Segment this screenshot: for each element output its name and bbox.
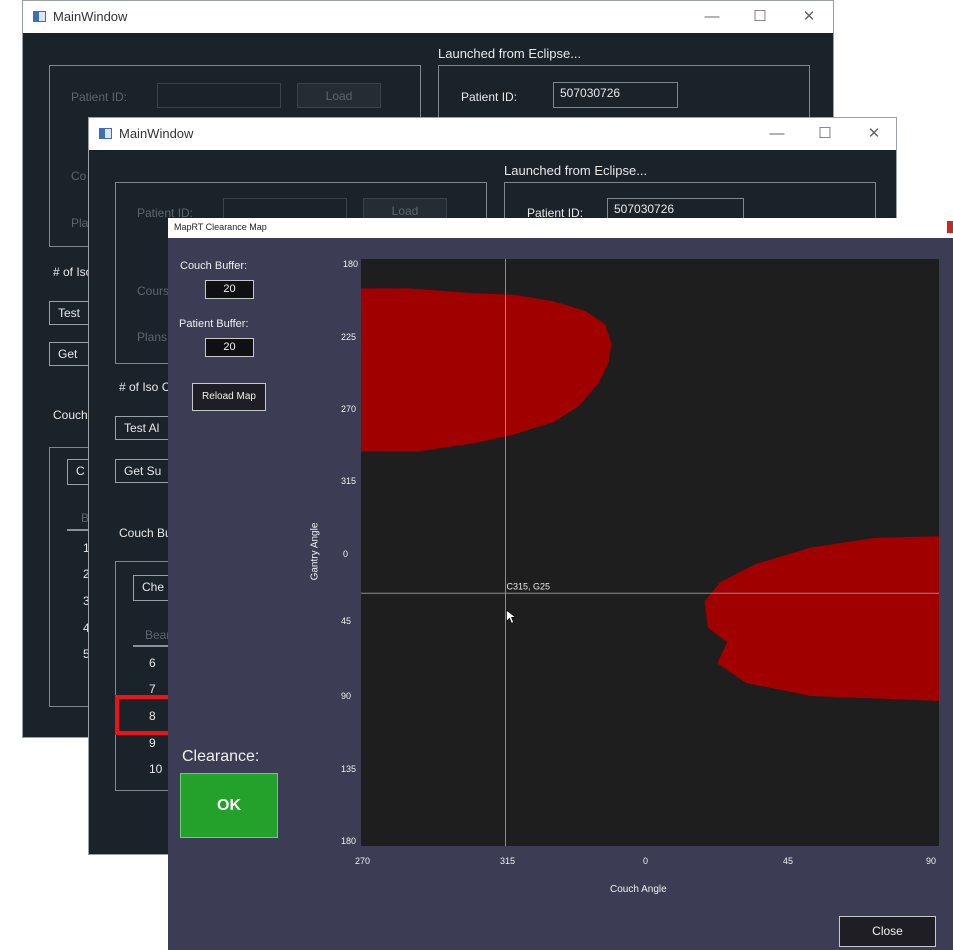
y-tick-label: 135: [341, 764, 357, 774]
y-tick-label: 90: [341, 691, 352, 701]
reload-map-button[interactable]: Reload Map: [192, 383, 266, 411]
couch-buffer-input[interactable]: 20: [205, 280, 254, 299]
plans-label: Plans:: [137, 330, 171, 344]
y-tick-label: 0: [343, 549, 349, 559]
clearance-map-svg[interactable]: C315, G25: [361, 259, 939, 846]
iso-count-label: # of Iso C: [119, 380, 171, 394]
beam-row[interactable]: 6: [149, 656, 156, 670]
y-tick-label: 180: [341, 836, 357, 846]
dialog-title: MapRT Clearance Map: [174, 222, 267, 232]
y-tick-label: 225: [341, 332, 357, 342]
x-axis-label: Couch Angle: [610, 884, 667, 895]
plans-label: Pla: [71, 216, 89, 230]
test-all-button[interactable]: Test Al: [115, 416, 175, 440]
maximize-icon[interactable]: ☐: [810, 124, 840, 144]
launched-header: Launched from Eclipse...: [504, 163, 648, 178]
get-surface-button[interactable]: Get Su: [115, 459, 175, 483]
x-tick-label: 315: [500, 856, 516, 866]
load-button[interactable]: Load: [297, 83, 381, 108]
beam-row[interactable]: 9: [149, 736, 156, 750]
y-tick-label: 180: [343, 259, 359, 269]
title-bar: MainWindow — ☐ ✕: [89, 118, 896, 150]
window-title: MainWindow: [119, 126, 194, 141]
iso-count-label: # of Iso: [53, 265, 93, 279]
window-title: MainWindow: [53, 9, 128, 24]
patient-buffer-input[interactable]: 20: [205, 338, 254, 357]
dialog-title-bar: MapRT Clearance Map: [168, 218, 953, 238]
beam-row[interactable]: 7: [149, 682, 156, 696]
minimize-icon[interactable]: —: [697, 7, 727, 27]
launched-header: Launched from Eclipse...: [438, 46, 582, 61]
beam-header: Bear: [145, 628, 171, 642]
courses-label: Cours: [137, 284, 170, 298]
cursor-readout: C315, G25: [507, 581, 551, 591]
clearance-status-ok: OK: [180, 773, 278, 838]
patient-id-input-dim[interactable]: [157, 83, 281, 108]
close-icon[interactable]: [947, 221, 953, 233]
clearance-map-dialog: MapRT Clearance Map Couch Buffer: 20 Pat…: [168, 218, 953, 950]
clearance-label: Clearance:: [182, 748, 260, 765]
couch-buffer-label: Couch Buffer:: [180, 260, 248, 272]
x-tick-label: 90: [926, 856, 937, 866]
y-axis-label: Gantry Angle: [309, 522, 321, 581]
patient-id-value[interactable]: 507030726: [553, 82, 678, 108]
couch-buffer-label: Couch Bu: [119, 526, 172, 540]
y-tick-label: 315: [341, 476, 357, 486]
window-app-icon: [99, 128, 112, 139]
course-label: Co: [71, 169, 87, 183]
x-tick-label: 270: [355, 856, 371, 866]
close-icon[interactable]: ✕: [794, 7, 824, 27]
close-icon[interactable]: ✕: [859, 124, 889, 144]
title-bar: MainWindow — ☐ ✕: [23, 1, 833, 33]
patient-id-label: Patient ID:: [461, 90, 518, 104]
minimize-icon[interactable]: —: [762, 124, 792, 144]
y-tick-label: 270: [341, 404, 357, 414]
x-tick-label: 0: [643, 856, 649, 866]
window-app-icon: [33, 11, 46, 22]
x-tick-label: 45: [783, 856, 794, 866]
y-tick-label: 45: [341, 616, 352, 626]
close-button[interactable]: Close: [839, 916, 936, 947]
patient-buffer-label: Patient Buffer:: [179, 318, 249, 330]
beam-row[interactable]: 10: [149, 762, 162, 776]
clearance-map-plot[interactable]: C315, G25: [361, 259, 939, 846]
couch-label: Couch: [53, 408, 88, 422]
patient-id-label-dim: Patient ID:: [71, 90, 128, 104]
maximize-icon[interactable]: ☐: [745, 7, 775, 27]
